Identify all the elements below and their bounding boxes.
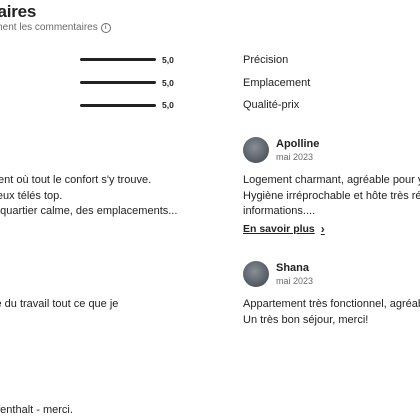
avatar[interactable] bbox=[243, 261, 269, 287]
review-text-line: Appartement très fonctionnel, agréab bbox=[243, 298, 420, 310]
avatar[interactable] bbox=[243, 137, 269, 163]
rating-score-value: 5,0 bbox=[162, 100, 174, 110]
reviewer-name: Shana bbox=[276, 262, 310, 274]
rating-score-precision: 5,0 bbox=[162, 55, 174, 65]
rating-bar-location bbox=[80, 81, 156, 84]
rating-score-location: 5,0 bbox=[162, 78, 174, 88]
reviewer-name: Apolline bbox=[276, 138, 320, 150]
review-text-line: Logement charmant, agréable pour y s bbox=[243, 174, 420, 186]
rating-label-precision: Précision bbox=[243, 54, 289, 66]
review-date: mai 2023 bbox=[276, 152, 314, 162]
review-text-line: t quartier calme, des emplacements... bbox=[0, 205, 178, 217]
info-icon[interactable]: i bbox=[100, 22, 111, 33]
review-text-line: ent où tout le confort s'y trouve. bbox=[0, 174, 152, 186]
review-date: mai 2023 bbox=[276, 276, 314, 286]
review-text-line: Hygiène irréprochable et hôte très réa bbox=[243, 190, 420, 202]
chevron-right-icon: › bbox=[320, 222, 325, 236]
rating-bar-precision bbox=[80, 58, 156, 61]
review-text-line: Un très bon séjour, merci! bbox=[243, 314, 369, 326]
rating-label-value: Qualité-prix bbox=[243, 99, 300, 111]
review-text-line: ité du travail tout ce que je bbox=[0, 298, 119, 310]
review-text-line: lleux télés top. bbox=[0, 190, 63, 202]
page-title: taires bbox=[0, 2, 37, 21]
subtitle-text: onnent les commentaires bbox=[0, 22, 98, 33]
show-more-label: En savoir plus bbox=[243, 223, 315, 235]
rating-bar-value bbox=[80, 104, 156, 107]
show-more-link[interactable]: En savoir plus › bbox=[243, 222, 325, 236]
reviews-subtitle: onnent les commentaires i bbox=[0, 22, 111, 33]
review-text-line: informations.... bbox=[243, 205, 316, 217]
rating-label-location: Emplacement bbox=[243, 77, 311, 89]
review-text-line: ufenthalt - merci. bbox=[0, 404, 73, 416]
